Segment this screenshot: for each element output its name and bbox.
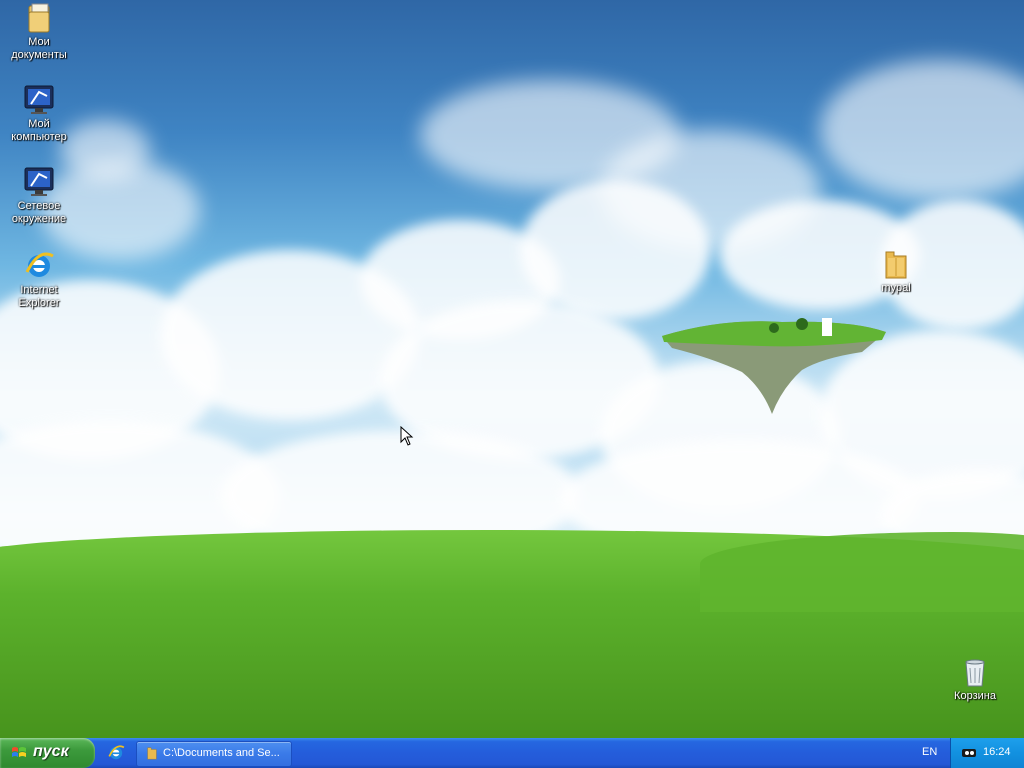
desktop-icon-label: mypal: [881, 282, 911, 294]
desktop-icon-label: Корзина: [954, 690, 996, 702]
desktop-icon-label: Мои документы: [11, 36, 67, 61]
clock[interactable]: 16:24: [983, 746, 1011, 758]
taskbar-button-label: C:\Documents and Se...: [163, 747, 280, 759]
quick-launch-internet-explorer-icon[interactable]: [107, 744, 125, 762]
windows-logo-icon: [12, 747, 26, 757]
desktop-icon-my-computer[interactable]: Мой компьютер: [1, 84, 77, 144]
network-places-icon: [24, 167, 54, 196]
my-documents-folder-icon: [28, 3, 50, 33]
network-icon[interactable]: [961, 747, 977, 759]
start-label: пуск: [33, 743, 69, 760]
taskbar: пуск C:\Documents and Se... EN 16:24: [0, 738, 1024, 768]
desktop[interactable]: Мои документы Мой компьютер Сетевое окру…: [0, 0, 1024, 738]
folder-icon: [885, 251, 907, 279]
internet-explorer-icon: [25, 252, 54, 277]
system-tray: 16:24: [950, 738, 1024, 768]
taskbar-button-explorer-window[interactable]: C:\Documents and Se...: [136, 741, 292, 767]
desktop-icon-recycle-bin[interactable]: Корзина: [937, 656, 1013, 703]
desktop-icon-label: Мой компьютер: [11, 118, 67, 143]
start-button[interactable]: пуск: [0, 738, 95, 768]
desktop-icon-internet-explorer[interactable]: Internet Explorer: [1, 250, 77, 310]
recycle-bin-icon: [965, 659, 985, 687]
floating-island: [662, 318, 886, 414]
desktop-icon-label: Internet Explorer: [18, 284, 60, 309]
my-computer-icon: [24, 85, 54, 114]
desktop-icon-label: Сетевое окружение: [11, 200, 67, 225]
folder-icon: [147, 747, 157, 760]
language-indicator[interactable]: EN: [922, 746, 937, 758]
mouse-cursor-icon: [400, 426, 414, 446]
desktop-icon-mypal[interactable]: mypal: [858, 248, 934, 295]
desktop-icon-network-places[interactable]: Сетевое окружение: [1, 166, 77, 226]
desktop-icon-my-documents[interactable]: Мои документы: [1, 2, 77, 62]
